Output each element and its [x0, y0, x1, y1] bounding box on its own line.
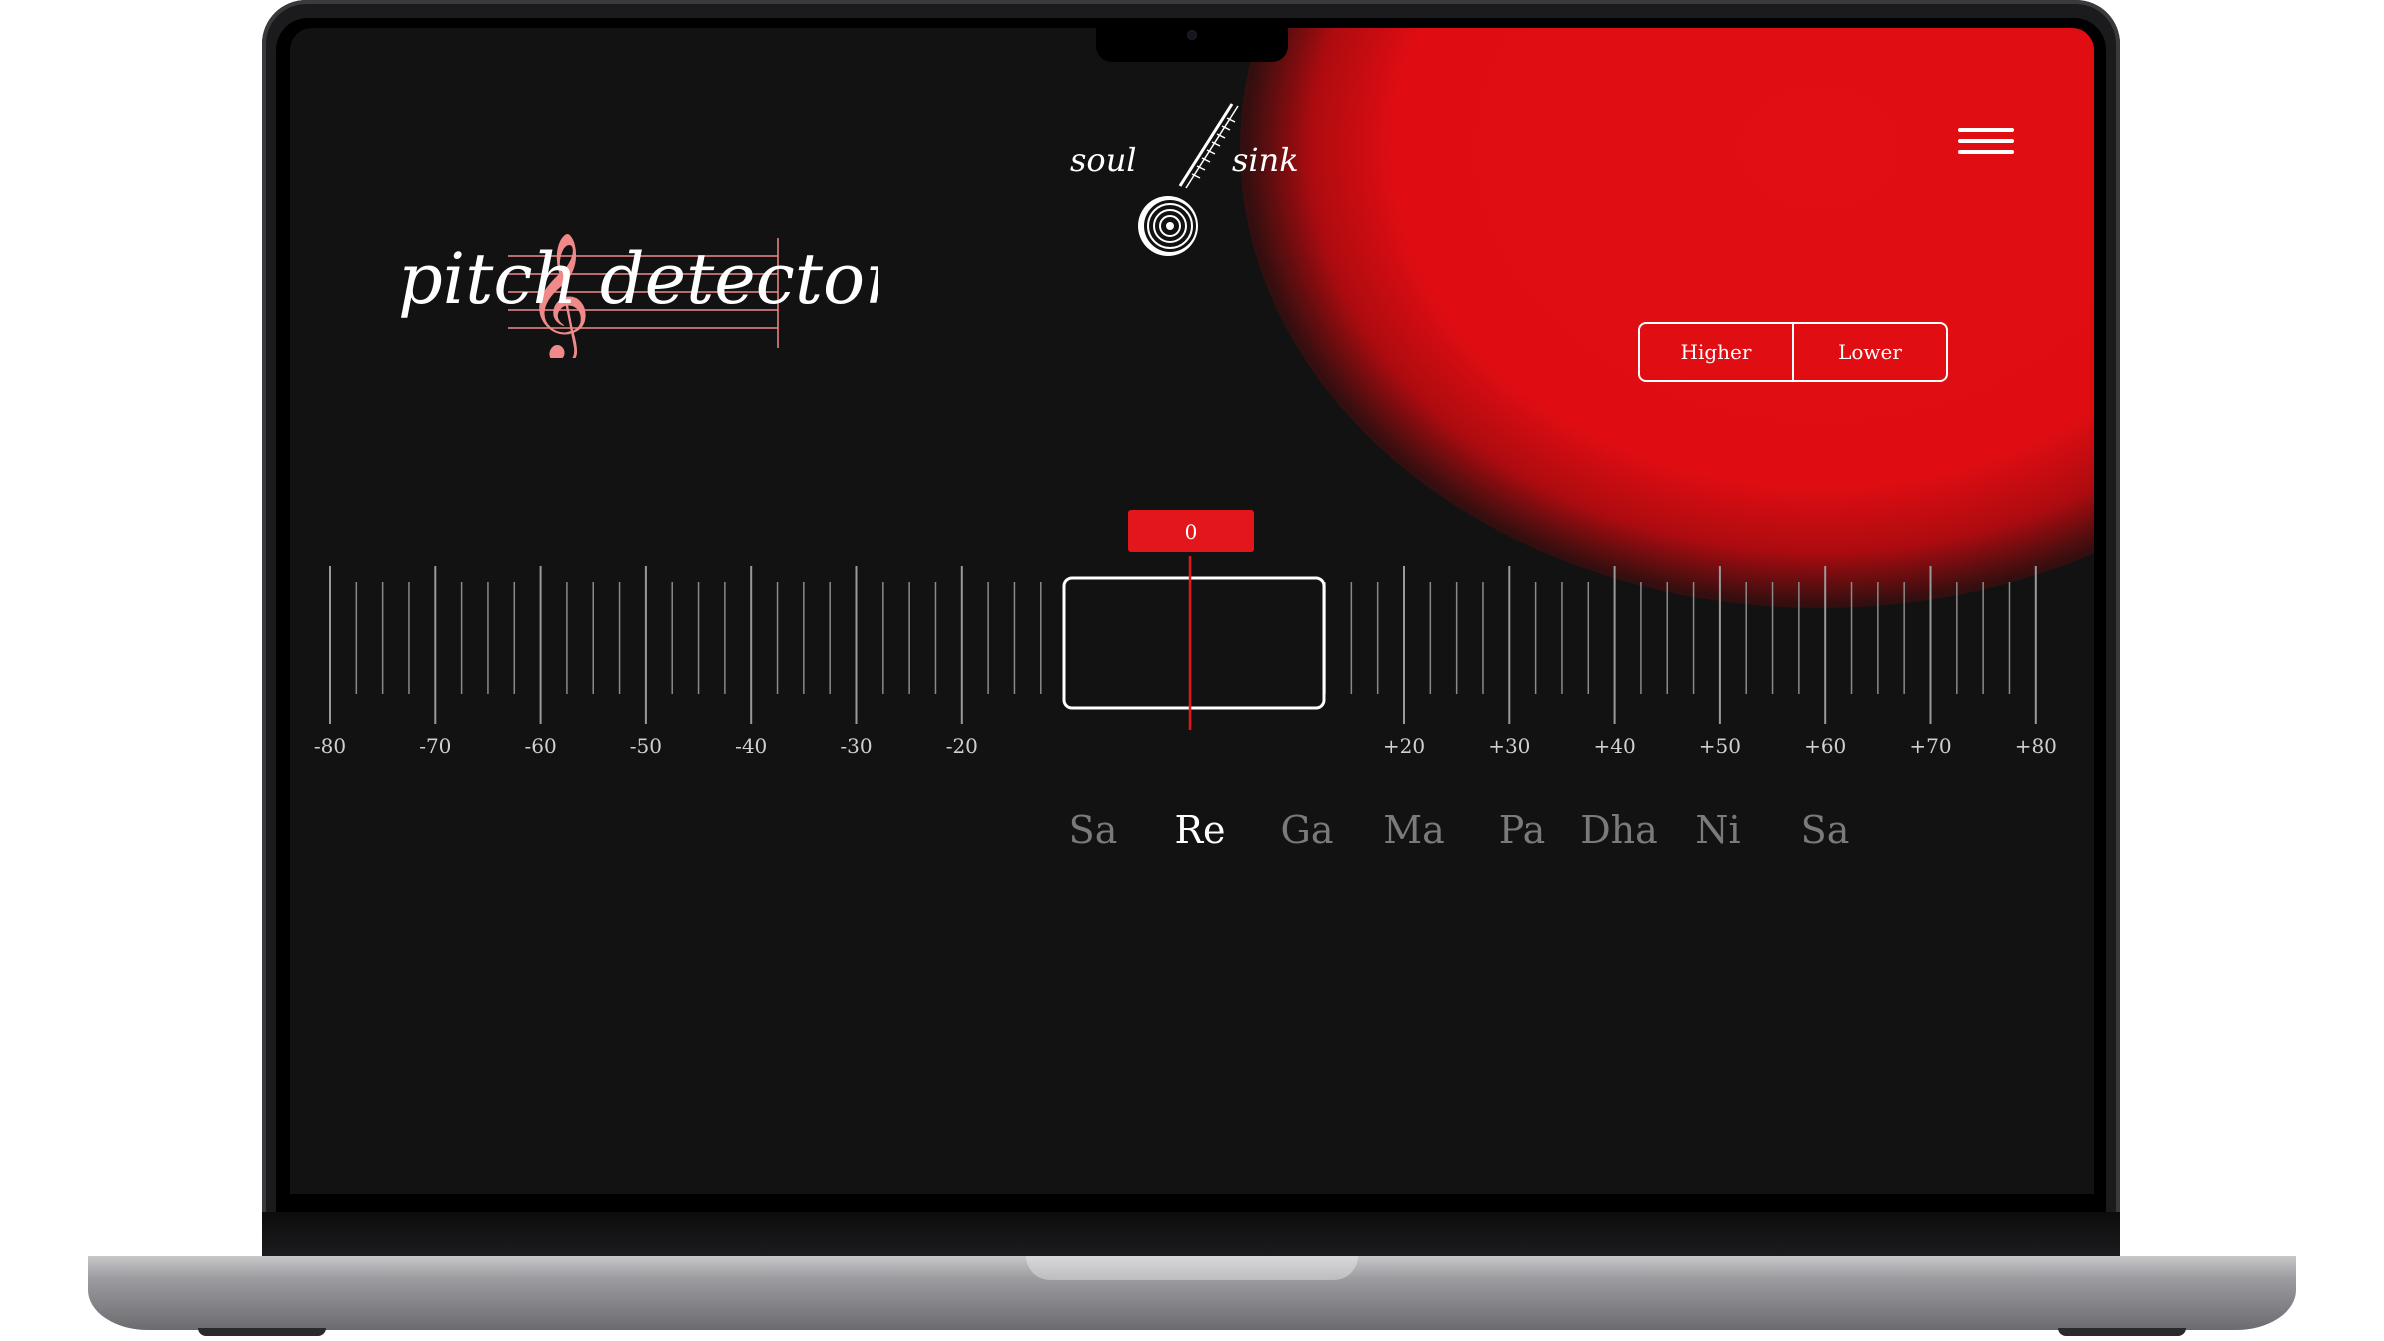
swara-item-pa[interactable]: Pa [1499, 808, 1546, 852]
scale-label: -40 [735, 734, 767, 758]
page-title: 𝄞 pitch detector [398, 231, 878, 358]
page-title-text: pitch detector [398, 238, 878, 320]
scale-labels-left: -80 -70 -60 -50 -40 -30 -20 [314, 734, 978, 758]
laptop-foot-left [198, 1328, 326, 1336]
swara-item-sa[interactable]: Sa [1069, 808, 1118, 852]
swara-list: Sa Re Ga Ma Pa Dha Ni Sa [290, 808, 2094, 868]
swara-item-dha[interactable]: Dha [1580, 808, 1658, 852]
deviation-value: 0 [1185, 520, 1198, 544]
tuner-target-window [1062, 576, 1326, 710]
scale-label: -20 [946, 734, 978, 758]
camera-notch [1096, 18, 1288, 62]
swara-item-ni[interactable]: Ni [1695, 808, 1740, 852]
logo-text-sink: sink [1232, 141, 1299, 179]
tick-marks [329, 566, 2037, 724]
scale-label: +20 [1383, 734, 1425, 758]
scale-label: -70 [419, 734, 451, 758]
sitar-record-logo-icon[interactable]: soul sink [1060, 76, 1320, 266]
camera-icon [1187, 30, 1197, 40]
menu-line [1958, 128, 2014, 132]
laptop-chin [262, 1212, 2120, 1262]
higher-button[interactable]: Higher [1640, 324, 1792, 380]
scale-label: +40 [1593, 734, 1635, 758]
laptop-foot-right [2058, 1328, 2186, 1336]
scale-label: -60 [524, 734, 556, 758]
scale-labels-right: +20 +30 +40 +50 +60 +70 +80 [1383, 734, 2057, 758]
app-screen: soul sink 𝄞 pitch detector Higher Lower … [290, 28, 2094, 1194]
scale-label: -30 [840, 734, 872, 758]
scale-label: +70 [1909, 734, 1951, 758]
swara-item-ma[interactable]: Ma [1383, 808, 1445, 852]
tuner-scale: -80 -70 -60 -50 -40 -30 -20 +20 +30 +40 +50 +60 +70… [314, 510, 2057, 758]
scale-label: -50 [630, 734, 662, 758]
octave-toggle: Higher Lower [1638, 322, 1948, 382]
lower-button[interactable]: Lower [1792, 324, 1946, 380]
swara-item-re[interactable]: Re [1174, 808, 1225, 852]
hamburger-menu-icon[interactable] [1958, 128, 2014, 168]
swara-item-sa[interactable]: Sa [1801, 808, 1850, 852]
scale-label: +60 [1804, 734, 1846, 758]
scale-label: -80 [314, 734, 346, 758]
laptop-base-notch [1026, 1256, 1358, 1280]
menu-line [1958, 139, 2014, 143]
menu-line [1958, 150, 2014, 154]
swara-item-ga[interactable]: Ga [1280, 808, 1333, 852]
logo-text-soul: soul [1070, 141, 1137, 179]
scale-label: +50 [1699, 734, 1741, 758]
scale-label: +30 [1488, 734, 1530, 758]
scale-label: +80 [2015, 734, 2057, 758]
